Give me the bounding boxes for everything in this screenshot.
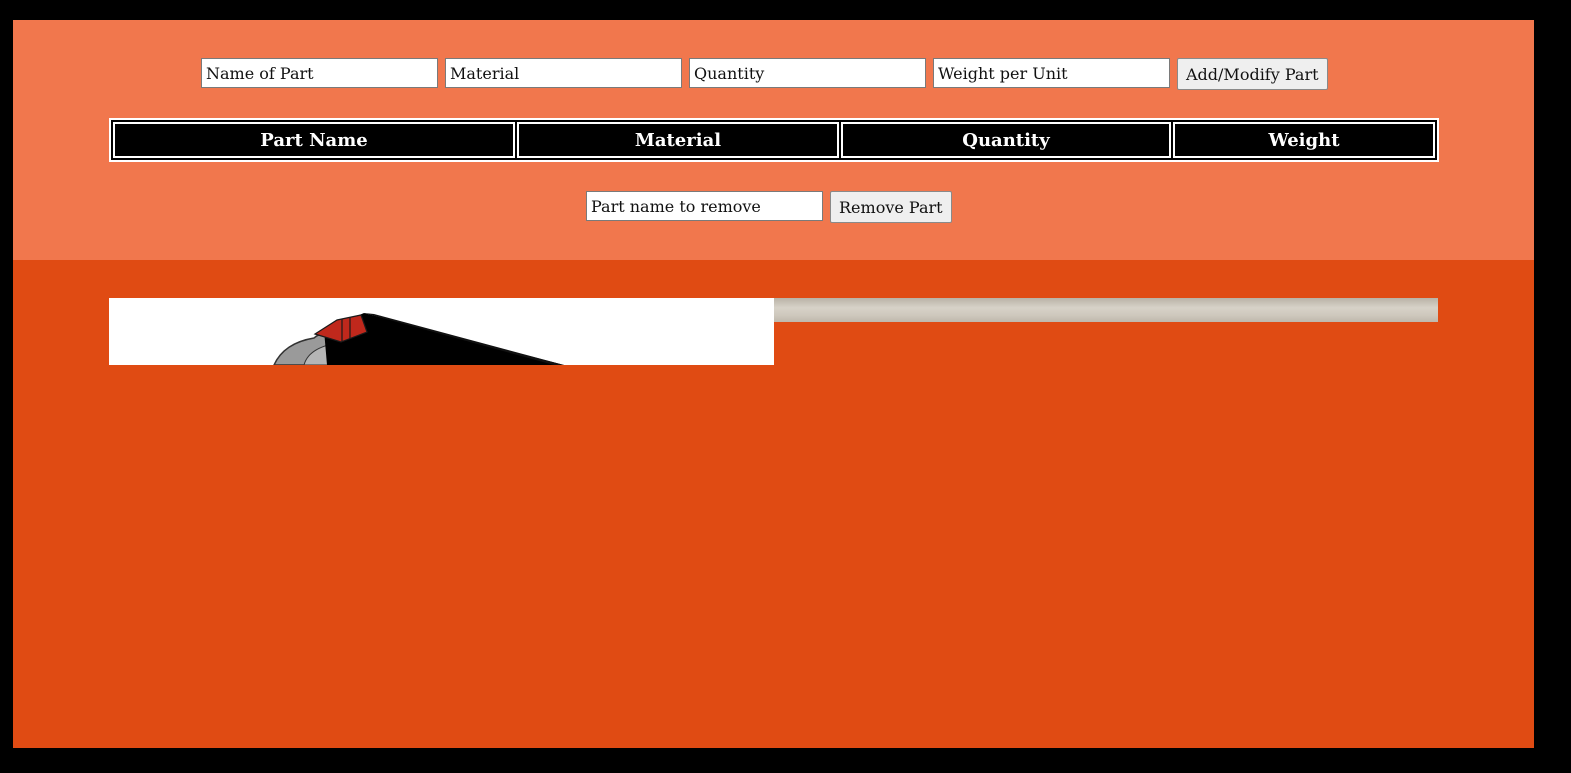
table-header-row: Part Name Material Quantity Weight <box>113 122 1435 158</box>
parts-table-header: Part Name Material Quantity Weight <box>113 122 1435 158</box>
remove-part-button[interactable]: Remove Part <box>830 191 952 223</box>
header-weight: Weight <box>1173 122 1435 158</box>
part-photo-image <box>774 298 1438 322</box>
cad-model-render-icon <box>109 298 774 365</box>
add-modify-part-button[interactable]: Add/Modify Part <box>1177 58 1328 90</box>
header-quantity: Quantity <box>841 122 1171 158</box>
remove-part-name-input[interactable] <box>586 191 823 221</box>
header-material: Material <box>517 122 839 158</box>
parts-table: Part Name Material Quantity Weight <box>109 118 1439 162</box>
part-render-image <box>109 298 774 365</box>
part-name-input[interactable] <box>201 58 438 88</box>
weight-per-unit-input[interactable] <box>933 58 1170 88</box>
parts-editor-panel: Add/Modify Part Part Name Material Quant… <box>13 20 1534 260</box>
page-container: Add/Modify Part Part Name Material Quant… <box>13 20 1534 748</box>
material-input[interactable] <box>445 58 682 88</box>
header-part-name: Part Name <box>113 122 515 158</box>
quantity-input[interactable] <box>689 58 926 88</box>
